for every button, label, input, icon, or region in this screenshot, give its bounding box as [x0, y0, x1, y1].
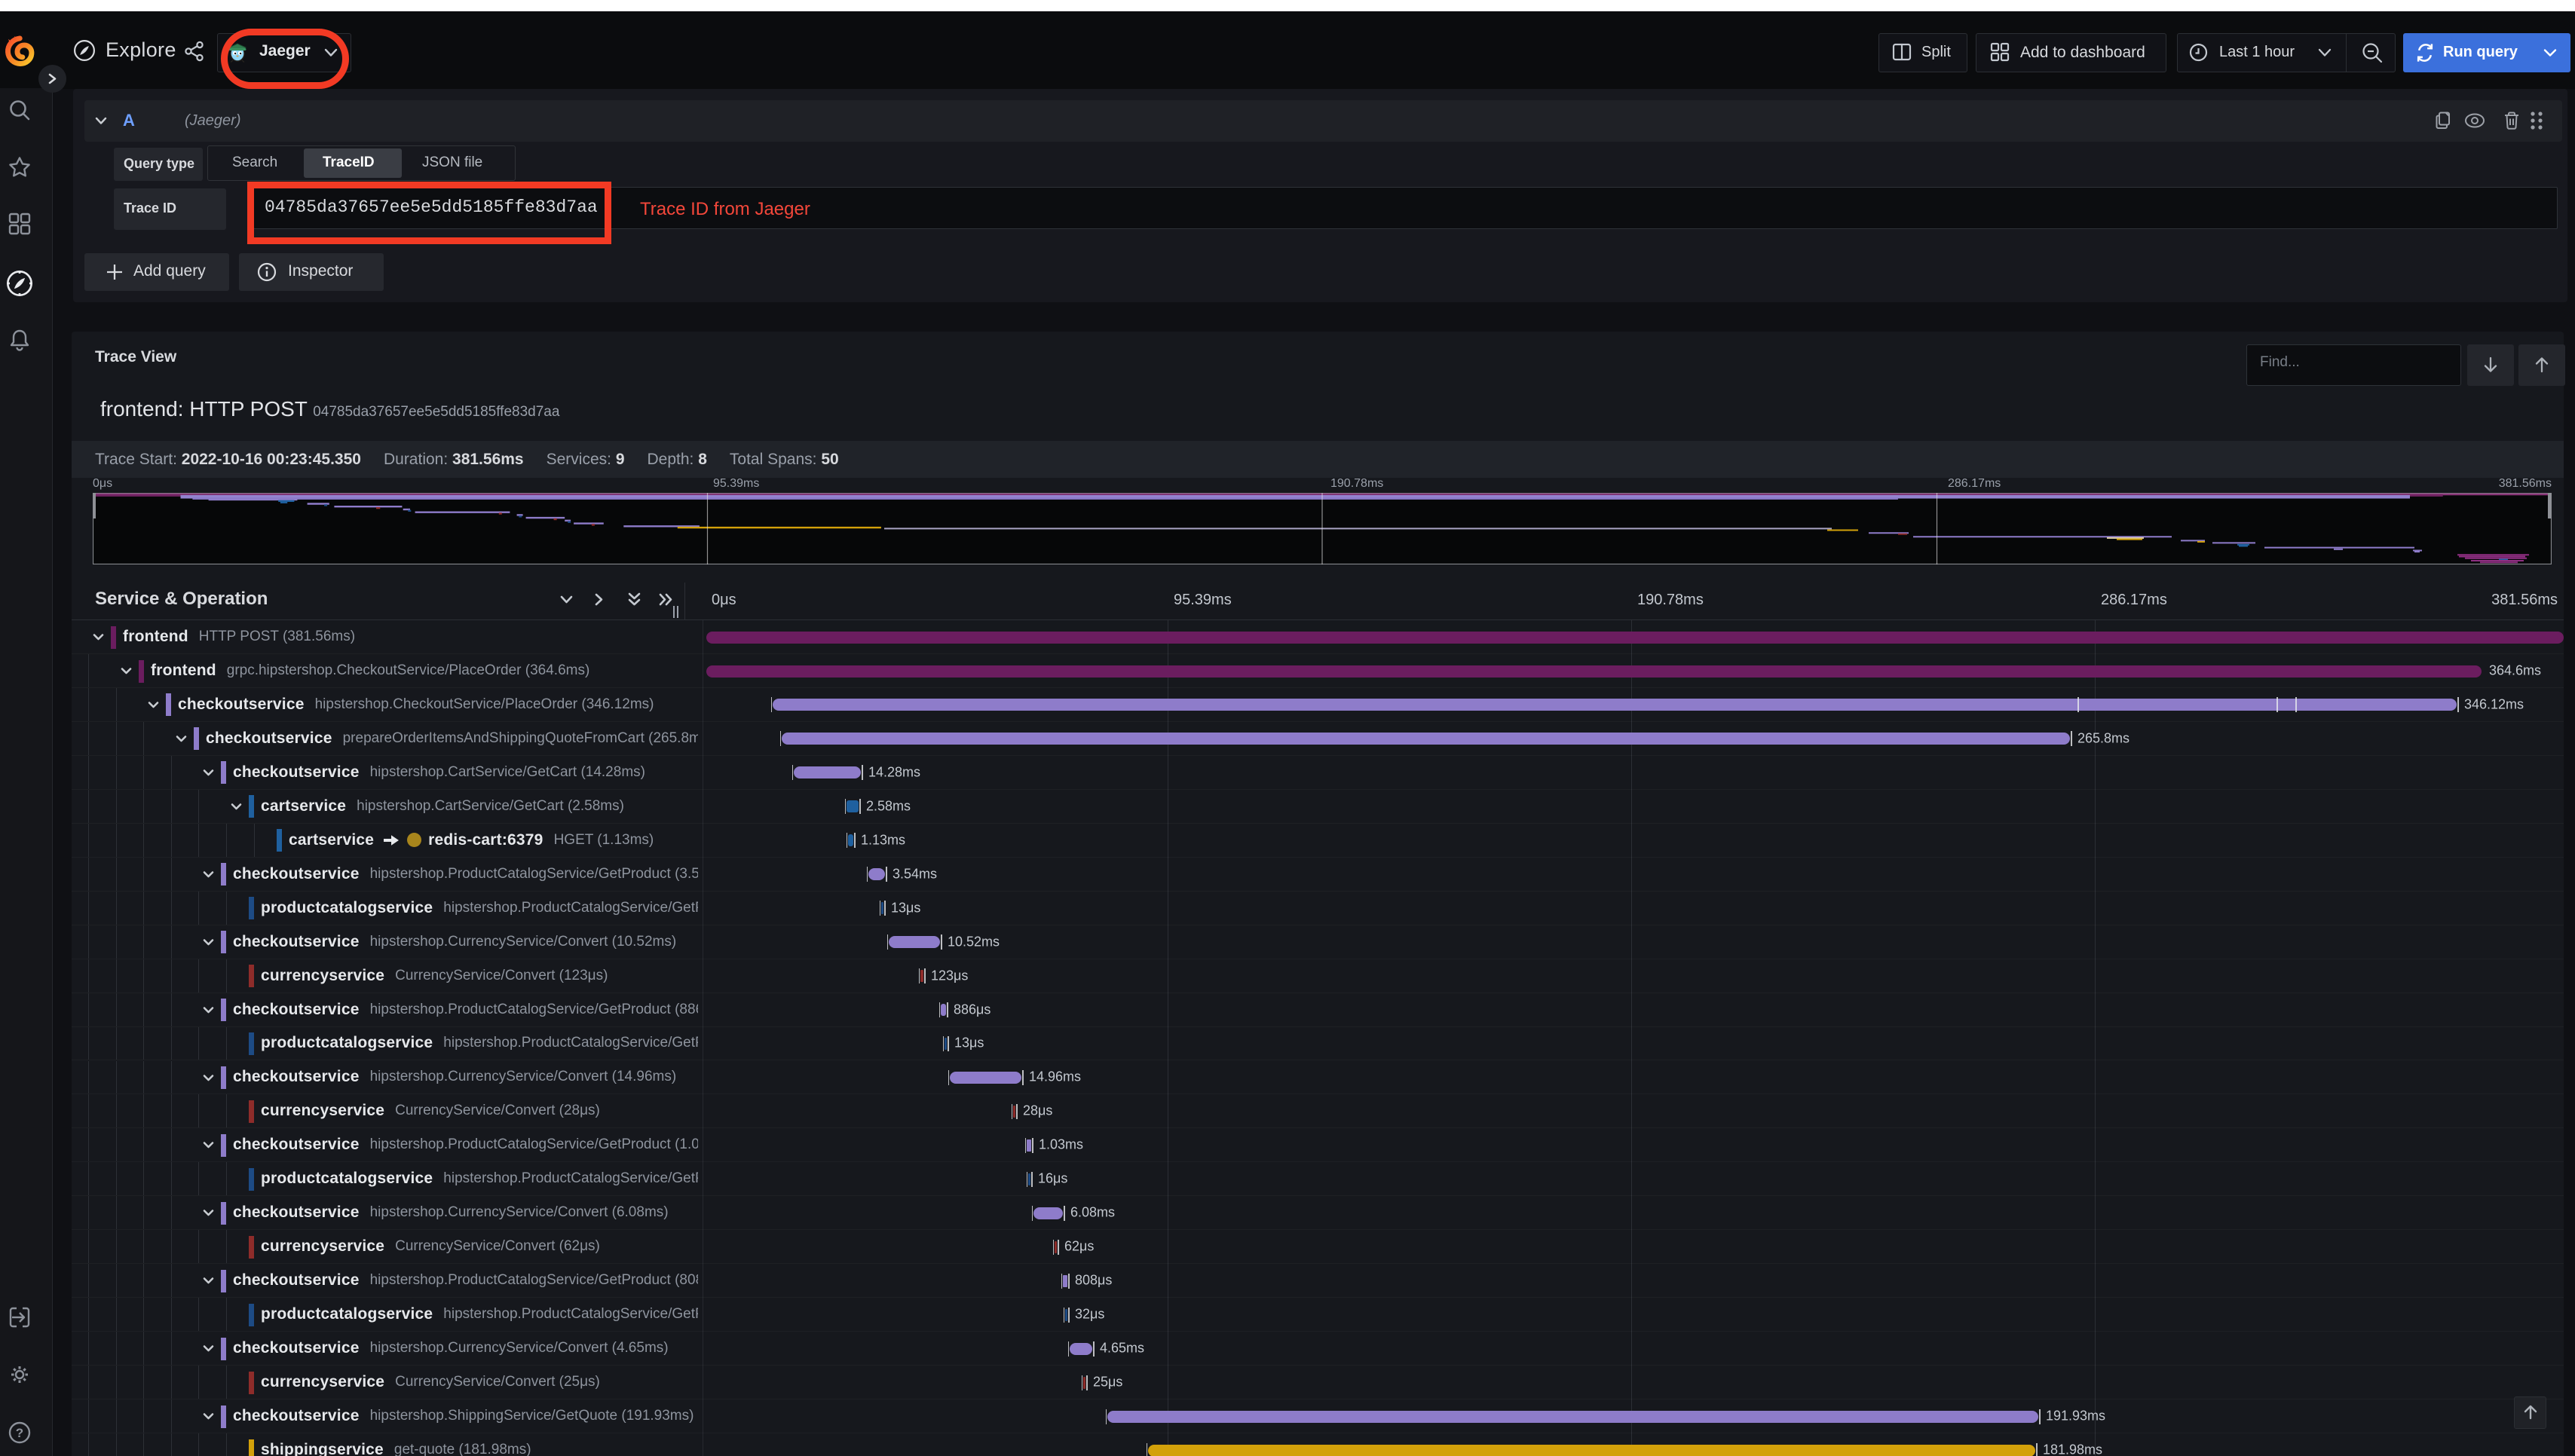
svg-text:?: ? — [16, 1426, 23, 1440]
